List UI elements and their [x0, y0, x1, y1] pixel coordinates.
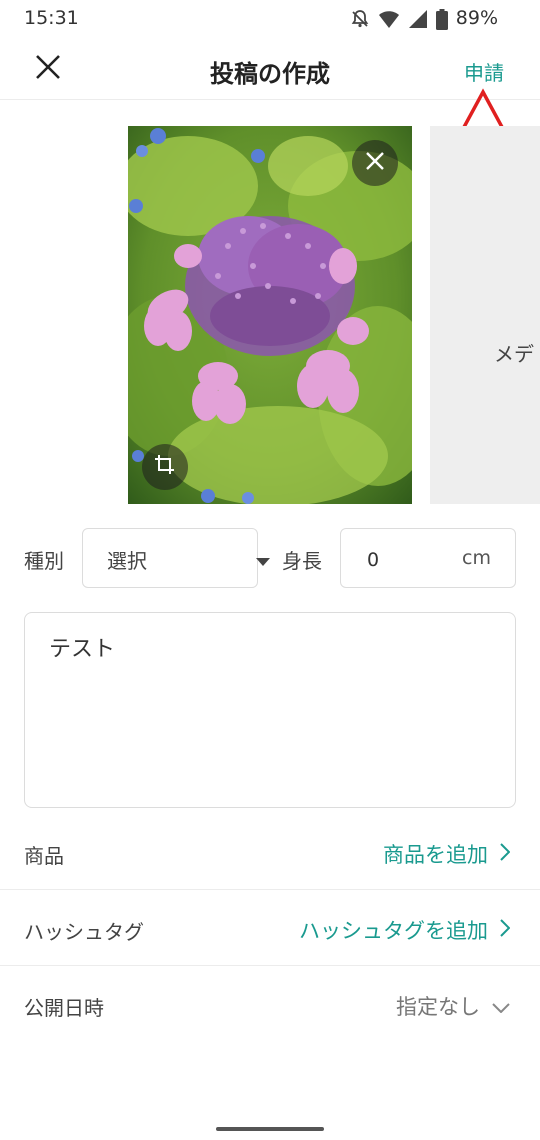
- close-icon: [365, 151, 385, 175]
- add-hashtag-label: ハッシュタグを追加: [299, 919, 488, 943]
- hashtags-label: ハッシュタグ: [24, 920, 144, 944]
- add-product-button[interactable]: 商品を追加: [383, 839, 511, 869]
- status-icons: [350, 8, 448, 30]
- page-title: 投稿の作成: [210, 60, 330, 88]
- publish-date-row[interactable]: 公開日時 指定なし: [0, 966, 540, 1042]
- height-input[interactable]: 0 cm: [340, 528, 516, 588]
- chevron-down-icon: [492, 994, 510, 1018]
- crop-icon: [154, 454, 176, 480]
- wifi-icon: [378, 9, 400, 29]
- products-row[interactable]: 商品 商品を追加: [0, 814, 540, 890]
- chevron-right-icon: [500, 918, 511, 942]
- dropdown-arrow-icon: [256, 551, 270, 570]
- home-gesture-bar[interactable]: [216, 1127, 324, 1131]
- submit-button[interactable]: 申請: [464, 57, 504, 86]
- battery-percent: 89%: [455, 7, 498, 29]
- height-label: 身長: [282, 549, 322, 573]
- bell-off-icon: [350, 9, 370, 29]
- post-body-textarea[interactable]: テスト: [24, 612, 516, 808]
- publish-date-select[interactable]: 指定なし: [396, 991, 510, 1021]
- type-select-value: 選択: [107, 549, 147, 573]
- add-media-tile[interactable]: メデ: [430, 126, 540, 504]
- add-product-label: 商品を追加: [383, 843, 488, 867]
- battery-icon: [436, 8, 448, 30]
- add-hashtag-button[interactable]: ハッシュタグを追加: [299, 915, 511, 945]
- signal-icon: [408, 9, 428, 29]
- crop-button[interactable]: [142, 444, 188, 490]
- publish-date-label: 公開日時: [24, 996, 104, 1020]
- type-label: 種別: [24, 549, 64, 573]
- publish-date-value: 指定なし: [396, 995, 480, 1019]
- height-unit: cm: [462, 547, 491, 569]
- status-time: 15:31: [24, 7, 79, 29]
- remove-photo-button[interactable]: [352, 140, 398, 186]
- chevron-right-icon: [500, 842, 511, 866]
- status-bar: 15:31 89%: [0, 0, 540, 38]
- post-body-text: テスト: [49, 637, 116, 662]
- add-media-label: メデ: [494, 342, 534, 366]
- hashtags-row[interactable]: ハッシュタグ ハッシュタグを追加: [0, 890, 540, 966]
- products-label: 商品: [24, 844, 64, 868]
- height-value: 0: [367, 549, 380, 571]
- type-select[interactable]: 選択: [82, 528, 258, 588]
